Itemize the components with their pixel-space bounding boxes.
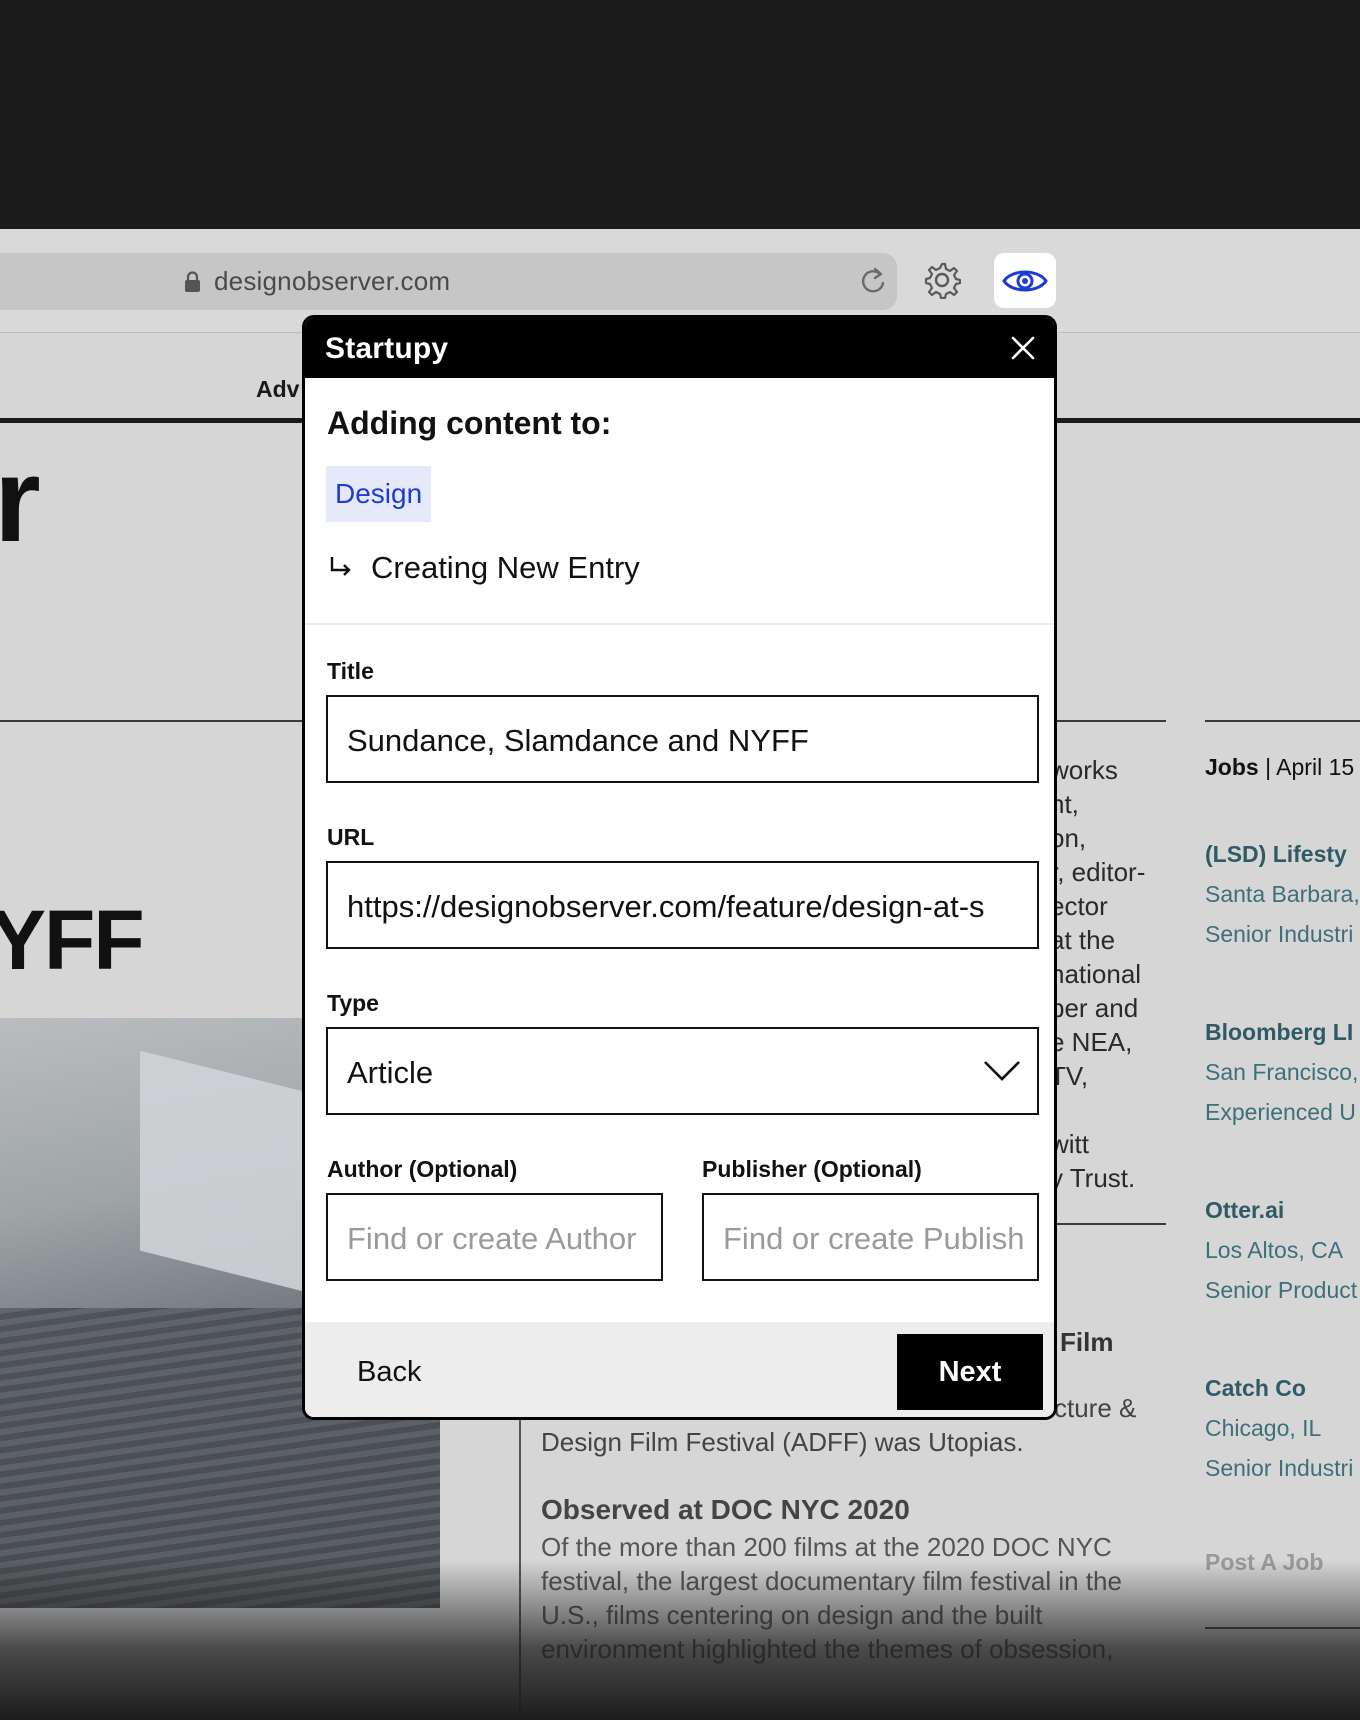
adding-heading: Adding content to: <box>327 405 612 441</box>
site-headline-fragment: YFF <box>0 893 145 987</box>
entry-label: Creating New Entry <box>371 550 640 585</box>
job-listing[interactable]: Otter.ai Los Altos, CA Senior Product <box>1205 1190 1357 1310</box>
modal-footer: Back Next <box>305 1322 1054 1417</box>
extension-button[interactable] <box>994 253 1056 308</box>
eye-icon <box>1002 270 1048 291</box>
job-role: Senior Industri <box>1205 1455 1354 1481</box>
publisher-label: Publisher (Optional) <box>702 1156 922 1182</box>
site-divider <box>1054 720 1166 722</box>
column-text-line: at the <box>1050 925 1116 955</box>
job-company: Catch Co <box>1205 1375 1306 1401</box>
site-film-fragment: Film <box>1060 1327 1114 1357</box>
job-company: (LSD) Lifesty <box>1205 841 1347 867</box>
screen: Adv r YFF works nt, on, r, editor-ector at … <box>0 0 1360 1720</box>
observed-article-title[interactable]: Observed at DOC NYC 2020 <box>541 1494 910 1526</box>
column-text-line: nt, <box>1050 789 1079 819</box>
app-title: Startupy <box>325 332 449 365</box>
back-button[interactable]: Back <box>357 1356 421 1389</box>
author-placeholder: Find or create Author <box>347 1221 637 1256</box>
column-text-line: e NEA, <box>1050 1027 1133 1057</box>
lock-icon <box>185 271 200 292</box>
column-text-line: ector <box>1050 891 1108 921</box>
site-culture-fragment: cture & <box>1054 1393 1137 1423</box>
site-logo-fragment: r <box>0 433 41 567</box>
job-role: Experienced U <box>1205 1099 1356 1125</box>
author-label: Author (Optional) <box>327 1156 518 1182</box>
job-location: San Francisco, <box>1205 1059 1359 1085</box>
job-location: Chicago, IL <box>1205 1415 1322 1441</box>
modal-header: Startupy <box>305 318 1054 378</box>
job-role: Senior Industri <box>1205 921 1354 947</box>
column-text-line: national <box>1050 959 1142 989</box>
url-value: https://designobserver.com/feature/desig… <box>347 889 985 924</box>
close-button[interactable] <box>1006 331 1040 365</box>
column-text-line: r, editor- <box>1050 857 1146 887</box>
chevron-down-icon <box>984 1061 1020 1081</box>
return-arrow-icon <box>330 557 351 576</box>
jobs-header: Jobs | April 15 <box>1205 754 1354 781</box>
column-text-line: y Trust. <box>1050 1163 1136 1193</box>
job-listing[interactable]: Catch Co Chicago, IL Senior Industri <box>1205 1368 1353 1488</box>
site-divider <box>1205 720 1360 722</box>
site-article-line: Design Film Festival (ADFF) was Utopias. <box>541 1427 1024 1457</box>
publisher-placeholder: Find or create Publish <box>723 1221 1025 1256</box>
jobs-date: | April 15 <box>1258 754 1355 780</box>
author-field[interactable]: Find or create Author <box>326 1193 663 1281</box>
job-listing[interactable]: Bloomberg LI San Francisco, Experienced U <box>1205 1012 1358 1132</box>
reload-icon[interactable] <box>858 265 888 297</box>
jobs-label: Jobs <box>1205 754 1259 780</box>
job-location: Los Altos, CA <box>1205 1237 1344 1263</box>
type-label: Type <box>327 990 379 1016</box>
url-label: URL <box>327 824 375 850</box>
title-field[interactable]: Sundance, Slamdance and NYFF <box>326 695 1039 783</box>
publisher-field[interactable]: Find or create Publish <box>702 1193 1039 1281</box>
close-icon <box>1011 336 1035 360</box>
title-label: Title <box>327 658 374 684</box>
site-divider <box>0 720 305 722</box>
job-company: Bloomberg LI <box>1205 1019 1354 1045</box>
next-button[interactable]: Next <box>897 1334 1043 1410</box>
site-nav-fragment[interactable]: Adv <box>256 376 299 403</box>
title-value: Sundance, Slamdance and NYFF <box>347 723 809 758</box>
job-company: Otter.ai <box>1205 1197 1285 1223</box>
address-text[interactable]: designobserver.com <box>214 266 450 297</box>
column-text-line: works <box>1050 755 1118 785</box>
job-location: Santa Barbara, <box>1205 881 1360 907</box>
gear-icon[interactable] <box>923 261 961 299</box>
bottom-fade <box>0 1560 1360 1720</box>
add-content-modal: Startupy Adding content to: Design Creat… <box>302 315 1057 1420</box>
site-divider <box>1054 1223 1166 1225</box>
type-value: Article <box>347 1055 434 1090</box>
column-text-line: TV, <box>1050 1061 1089 1091</box>
column-text-line: witt <box>1050 1129 1089 1159</box>
job-role: Senior Product <box>1205 1277 1358 1303</box>
collection-chip[interactable]: Design <box>326 466 432 522</box>
column-text-line: on, <box>1050 823 1087 853</box>
url-field[interactable]: https://designobserver.com/feature/desig… <box>326 861 1039 949</box>
job-listing[interactable]: (LSD) Lifesty Santa Barbara, Senior Indust… <box>1205 834 1360 954</box>
section-divider <box>305 623 1054 625</box>
type-select[interactable]: Article <box>326 1027 1039 1115</box>
column-text-line: ber and <box>1050 993 1139 1023</box>
column-text-line <box>1050 1093 1170 1127</box>
entry-row: Creating New Entry <box>327 550 640 586</box>
site-column-text: works nt, on, r, editor-ector at the nationa… <box>1050 753 1170 1195</box>
